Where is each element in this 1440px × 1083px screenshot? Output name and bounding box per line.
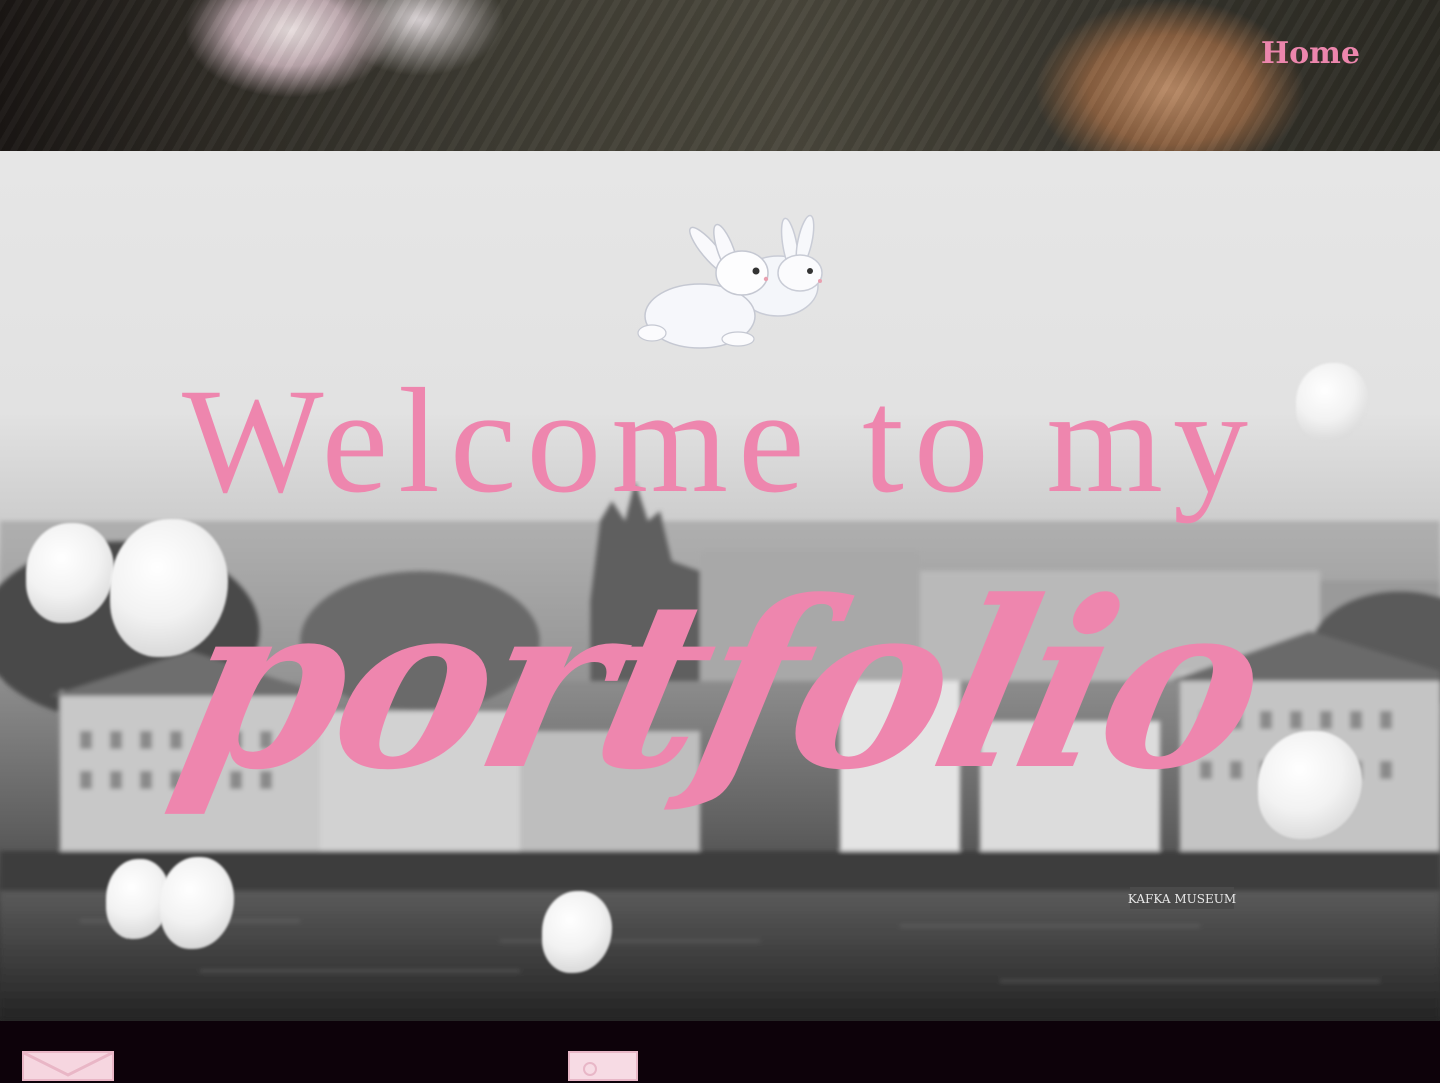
nav-home-link[interactable]: Home [1261,36,1360,71]
footer-bar [0,1021,1440,1081]
welcome-heading: Welcome to my [182,358,1258,524]
bunny-icon [637,214,823,349]
mail-icon[interactable] [22,1051,114,1081]
header-banner: Home [0,0,1440,151]
kafka-museum-sign: KAFKA MUSEUM [1128,892,1236,906]
hero-section: KAFKA MUSEUM Welcome to my portfolio [0,151,1440,1021]
photo-icon[interactable] [568,1051,638,1081]
